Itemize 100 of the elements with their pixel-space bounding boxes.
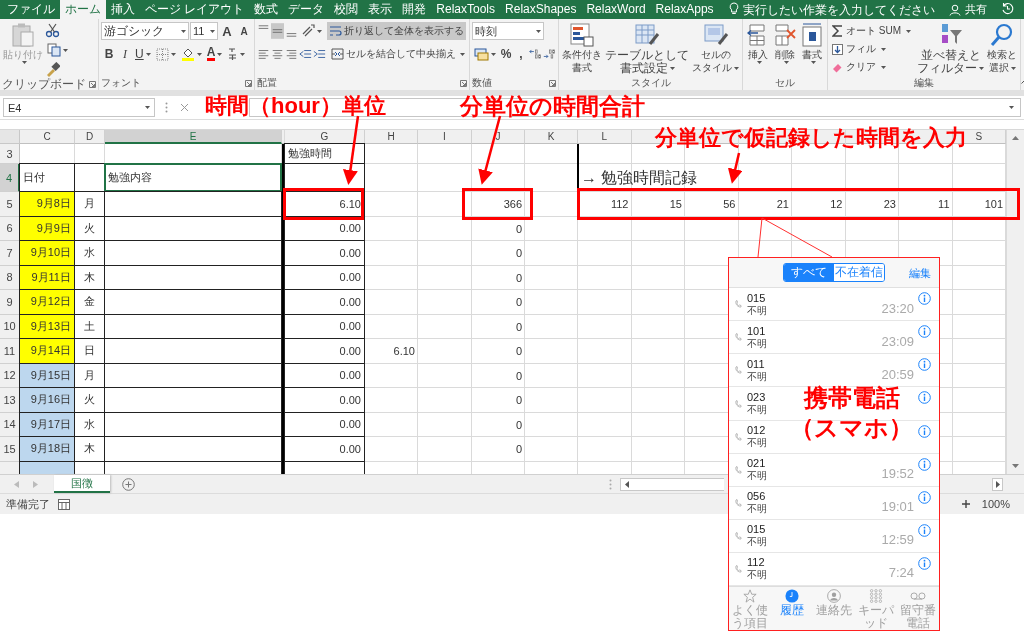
decrease-decimal-icon[interactable] bbox=[543, 47, 556, 61]
edit-button[interactable]: 並べ替えとフィルター bbox=[916, 22, 985, 74]
row-header[interactable]: 9 bbox=[0, 290, 20, 315]
ribbon-tab[interactable]: RelaxShapes bbox=[500, 0, 582, 19]
italic-button[interactable]: I bbox=[118, 45, 132, 63]
font-color-button[interactable]: A bbox=[204, 45, 225, 63]
row-header[interactable]: 15 bbox=[0, 437, 20, 462]
table-cell: 0 bbox=[515, 345, 522, 358]
cancel-icon[interactable] bbox=[180, 103, 189, 112]
ribbon-tab[interactable]: 数式 bbox=[249, 0, 284, 19]
row-header[interactable]: 11 bbox=[0, 339, 20, 364]
row-header[interactable]: 7 bbox=[0, 241, 20, 266]
ribbon-tab[interactable]: データ bbox=[283, 0, 330, 19]
merge-center-button[interactable]: セルを結合して中央揃え bbox=[329, 45, 467, 63]
vertical-scrollbar[interactable] bbox=[1006, 130, 1024, 474]
dialog-launcher-icon[interactable] bbox=[245, 79, 252, 87]
info-icon[interactable] bbox=[918, 457, 931, 471]
column-header[interactable]: E bbox=[105, 130, 282, 144]
paintbrush-icon[interactable] bbox=[45, 62, 60, 77]
ribbon-tab[interactable]: 挿入 bbox=[106, 0, 140, 19]
zoom-level[interactable]: 100% bbox=[981, 498, 1010, 510]
up-arrow-icon[interactable] bbox=[1012, 136, 1019, 140]
dialog-launcher-icon[interactable] bbox=[460, 79, 467, 87]
cell-button[interactable]: 挿入 bbox=[745, 22, 771, 64]
row-header[interactable]: 3 bbox=[0, 144, 20, 164]
ribbon-tab[interactable]: RelaxTools bbox=[431, 0, 501, 19]
segment-tab[interactable]: 不在着信 bbox=[834, 264, 884, 282]
row-header[interactable]: 12 bbox=[0, 363, 20, 388]
style-button[interactable]: セルのスタイル bbox=[691, 22, 740, 74]
caller-number: 112 bbox=[747, 556, 765, 570]
info-icon[interactable] bbox=[918, 292, 931, 306]
fill-button[interactable]: フィル bbox=[830, 41, 913, 57]
grow-font-button[interactable]: A bbox=[219, 22, 235, 40]
info-icon[interactable] bbox=[918, 523, 931, 537]
row-header[interactable]: 14 bbox=[0, 412, 20, 437]
info-icon[interactable] bbox=[918, 358, 931, 372]
caret-icon bbox=[810, 61, 816, 64]
add-sheet-icon[interactable] bbox=[122, 477, 135, 491]
ribbon-tab[interactable]: RelaxApps bbox=[650, 0, 719, 19]
cell-button[interactable]: 削除 bbox=[772, 22, 798, 64]
row-header[interactable]: 10 bbox=[0, 314, 20, 339]
align-middle-icon[interactable] bbox=[271, 22, 284, 40]
info-icon[interactable] bbox=[918, 556, 931, 570]
scissors-icon[interactable] bbox=[45, 23, 60, 38]
edit-link[interactable]: 編集 bbox=[909, 266, 931, 281]
ribbon-tab[interactable]: 開発 bbox=[397, 0, 432, 19]
edit-button[interactable]: 検索と選択 bbox=[986, 22, 1018, 74]
info-icon[interactable] bbox=[918, 424, 931, 438]
horizontal-scrollbar[interactable] bbox=[620, 477, 724, 491]
history-icon[interactable] bbox=[1001, 1, 1014, 15]
phone-tab[interactable]: 履歴 bbox=[771, 587, 813, 630]
dialog-launcher-icon[interactable] bbox=[89, 80, 96, 88]
group-label: スタイル bbox=[630, 76, 671, 90]
font-size-field[interactable]: 11 bbox=[190, 22, 218, 40]
currency-button[interactable] bbox=[472, 45, 498, 63]
row-header[interactable]: 13 bbox=[0, 388, 20, 413]
ribbon-tab[interactable]: 校閲 bbox=[329, 0, 364, 19]
dialog-launcher-icon[interactable] bbox=[549, 79, 556, 87]
down-arrow-icon[interactable] bbox=[1012, 464, 1019, 468]
comma-button[interactable]: , bbox=[514, 45, 528, 63]
cell-button[interactable]: 書式 bbox=[799, 22, 825, 64]
row-header[interactable]: 8 bbox=[0, 265, 20, 290]
underline-button[interactable]: U bbox=[133, 45, 153, 63]
style-button[interactable]: テーブルとして書式設定 bbox=[604, 22, 690, 74]
share-button[interactable]: 共有 bbox=[943, 0, 993, 19]
shrink-font-button[interactable]: A bbox=[236, 22, 252, 40]
name-box[interactable]: E4 bbox=[3, 98, 155, 117]
zoom-in-icon[interactable] bbox=[961, 500, 970, 508]
wrap-text-button[interactable]: 折り返して全体を表示する bbox=[327, 22, 466, 40]
caret-icon bbox=[906, 29, 911, 33]
left-arrow-icon[interactable] bbox=[625, 480, 629, 488]
segment-tab[interactable]: すべて bbox=[784, 264, 834, 282]
info-icon[interactable] bbox=[918, 391, 931, 405]
bold-button[interactable]: B bbox=[101, 45, 117, 63]
style-button[interactable]: 条件付き書式 bbox=[561, 22, 603, 74]
autosum-button[interactable]: オート SUM bbox=[830, 23, 913, 39]
delete-cells-icon bbox=[773, 22, 797, 48]
ribbon-tab[interactable]: ページ レイアウト bbox=[140, 0, 250, 19]
info-icon[interactable] bbox=[918, 325, 931, 339]
borders-button[interactable] bbox=[153, 45, 178, 63]
row-header[interactable]: 4 bbox=[0, 164, 20, 192]
row-header[interactable]: 6 bbox=[0, 216, 20, 241]
clear-button[interactable]: クリア bbox=[830, 59, 913, 75]
scroll-right-button[interactable] bbox=[992, 477, 1003, 491]
ribbon-tab[interactable]: ホーム bbox=[60, 0, 106, 19]
format-cells-icon bbox=[800, 22, 824, 48]
tell-me-field[interactable]: 実行したい作業を入力してください bbox=[742, 1, 941, 18]
caller-label: 不明 bbox=[747, 470, 767, 483]
macro-record-icon[interactable] bbox=[58, 498, 70, 510]
font-name-field[interactable]: 游ゴシック bbox=[101, 22, 189, 40]
copy-button[interactable] bbox=[45, 41, 70, 59]
percent-button[interactable]: % bbox=[499, 45, 513, 63]
increase-decimal-icon[interactable] bbox=[529, 47, 542, 61]
ribbon-tab[interactable]: 表示 bbox=[363, 0, 398, 19]
ribbon-tab[interactable]: ファイル bbox=[2, 0, 60, 19]
number-format-field[interactable]: 時刻 bbox=[472, 22, 544, 40]
info-icon[interactable] bbox=[918, 490, 931, 504]
sheet-tab[interactable]: 国徴 bbox=[54, 475, 110, 493]
ribbon-tab[interactable]: RelaxWord bbox=[581, 0, 651, 19]
row-header[interactable]: 5 bbox=[0, 192, 20, 217]
